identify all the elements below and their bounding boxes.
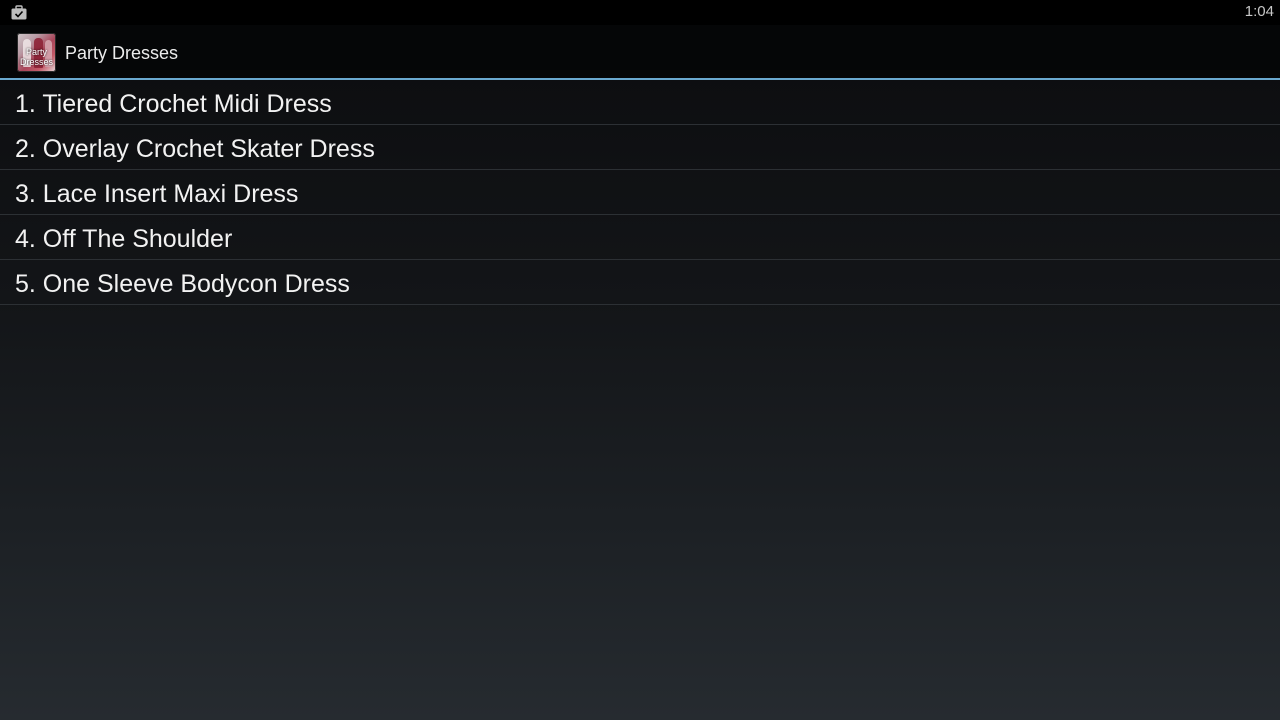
list-item-label: 2. Overlay Crochet Skater Dress	[15, 135, 375, 163]
status-time: 1:04	[1244, 3, 1274, 20]
action-bar: Party Dresses Party Dresses	[0, 25, 1280, 80]
briefcase-check-icon	[11, 5, 27, 20]
party-dresses-app-icon[interactable]: Party Dresses	[17, 33, 56, 72]
list-item-label: 5. One Sleeve Bodycon Dress	[15, 270, 350, 298]
list-item[interactable]: 5. One Sleeve Bodycon Dress	[0, 260, 1280, 305]
list-item[interactable]: 4. Off The Shoulder	[0, 215, 1280, 260]
list-item[interactable]: 1. Tiered Crochet Midi Dress	[0, 80, 1280, 125]
dress-list: 1. Tiered Crochet Midi Dress 2. Overlay …	[0, 80, 1280, 305]
list-item[interactable]: 2. Overlay Crochet Skater Dress	[0, 125, 1280, 170]
app-icon-text: Party	[25, 47, 47, 57]
app-title: Party Dresses	[65, 43, 179, 63]
list-item-label: 1. Tiered Crochet Midi Dress	[15, 90, 332, 118]
app-icon-text: Dresses	[19, 57, 53, 67]
list-item-label: 3. Lace Insert Maxi Dress	[15, 180, 299, 208]
list-item[interactable]: 3. Lace Insert Maxi Dress	[0, 170, 1280, 215]
list-item-label: 4. Off The Shoulder	[15, 225, 233, 253]
status-bar: 1:04	[0, 0, 1280, 25]
